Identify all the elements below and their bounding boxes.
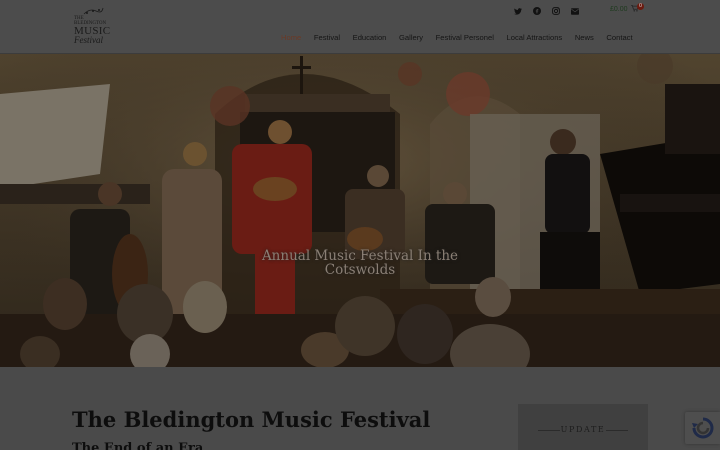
- social-links: [514, 6, 579, 16]
- nav-home[interactable]: Home: [281, 33, 301, 42]
- nav-gallery[interactable]: Gallery: [399, 33, 423, 42]
- page-subtitle: The End of an Era: [72, 441, 204, 450]
- page-title: The Bledington Music Festival: [72, 407, 431, 432]
- recaptcha-badge[interactable]: [685, 412, 720, 444]
- hero-title: Annual Music Festival In the Cotswolds: [261, 248, 459, 278]
- cart-total: £0.00: [610, 6, 628, 13]
- nav-festival[interactable]: Festival: [314, 33, 340, 42]
- update-heading: UPDATE: [560, 425, 606, 434]
- logo-line-4: Festival: [74, 35, 103, 45]
- twitter-icon[interactable]: [514, 6, 522, 16]
- facebook-icon[interactable]: [533, 6, 541, 16]
- main-nav: Home Festival Education Gallery Festival…: [281, 33, 645, 42]
- intro-section: The Bledington Music Festival The End of…: [0, 367, 720, 450]
- cart-widget[interactable]: £0.00 0: [610, 3, 644, 14]
- update-widget: UPDATE: [518, 404, 648, 450]
- nav-local-attractions[interactable]: Local Attractions: [507, 33, 563, 42]
- cart-count-badge: 0: [637, 3, 644, 10]
- email-icon[interactable]: [571, 6, 579, 16]
- site-header: THE BLEDINGTON MUSIC Festival £0.00 0 Ho…: [0, 0, 720, 54]
- instagram-icon[interactable]: [552, 6, 560, 16]
- music-notes-icon: [83, 7, 104, 15]
- nav-news[interactable]: News: [575, 33, 594, 42]
- nav-contact[interactable]: Contact: [606, 33, 632, 42]
- divider-right: [606, 430, 628, 431]
- hero-banner: Annual Music Festival In the Cotswolds: [0, 54, 720, 367]
- nav-festival-personel[interactable]: Festival Personel: [436, 33, 494, 42]
- nav-education[interactable]: Education: [353, 33, 387, 42]
- site-logo[interactable]: THE BLEDINGTON MUSIC Festival: [74, 7, 110, 45]
- recaptcha-icon: [692, 417, 714, 439]
- hero-photo: [0, 54, 720, 367]
